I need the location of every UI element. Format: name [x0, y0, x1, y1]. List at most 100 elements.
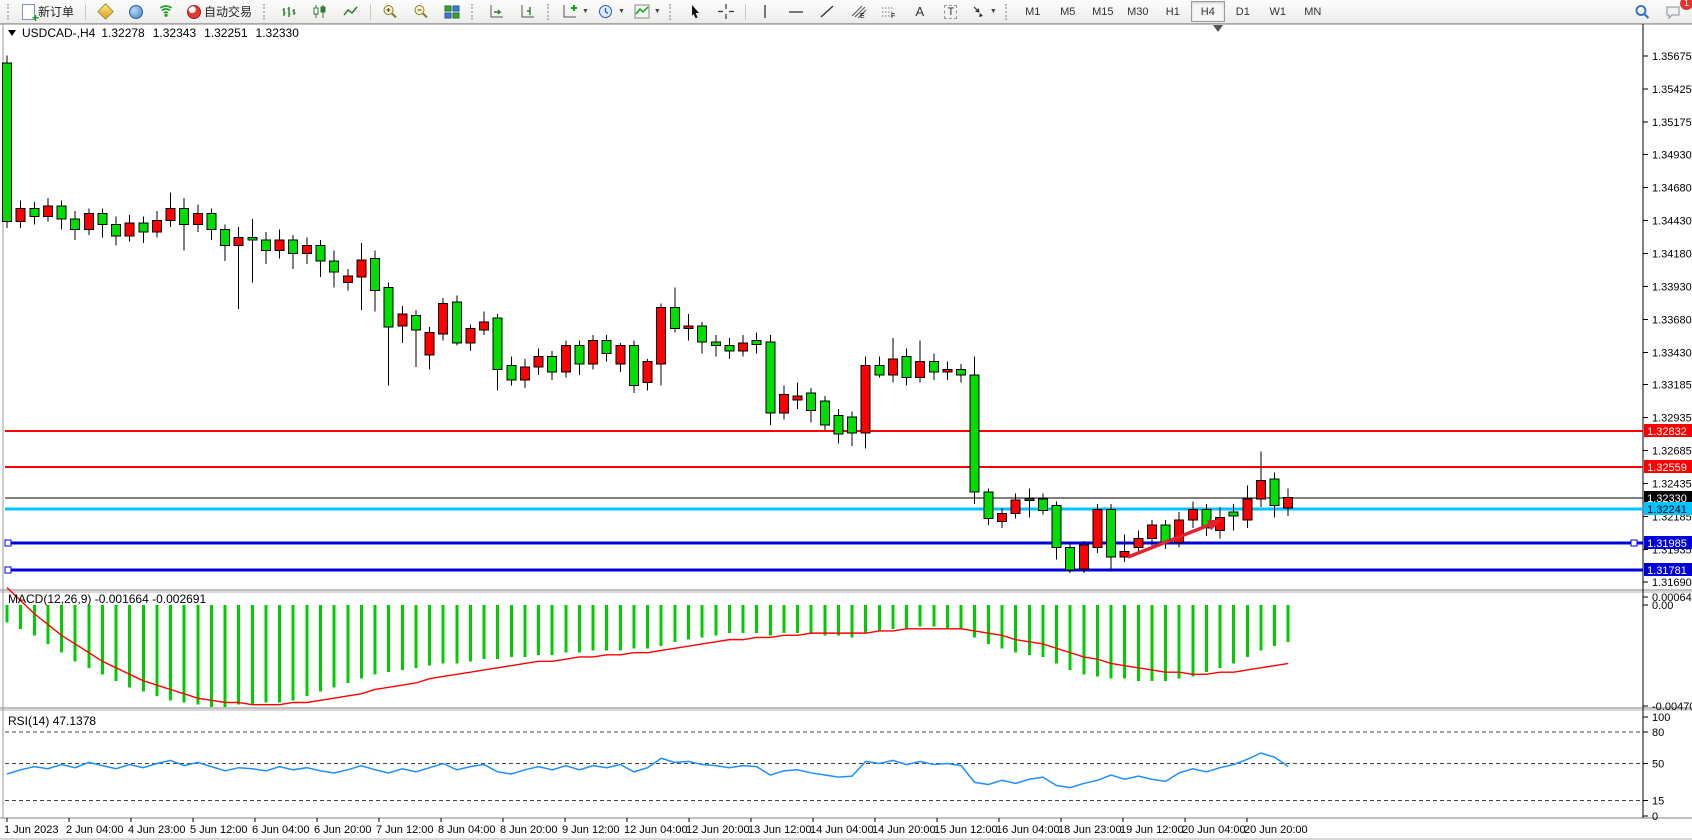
tf-button-h1[interactable]: H1 [1156, 1, 1190, 22]
svg-text:14 Jun 20:00: 14 Jun 20:00 [872, 824, 936, 836]
notifications-button[interactable]: 1 [1658, 1, 1688, 23]
cursor-button[interactable] [680, 1, 710, 23]
svg-text:1 Jun 2023: 1 Jun 2023 [4, 824, 58, 836]
autotrading-label: 自动交易 [204, 3, 252, 20]
crosshair-button[interactable] [711, 1, 741, 23]
search-button[interactable] [1627, 1, 1657, 23]
svg-text:1.32241: 1.32241 [1647, 504, 1687, 516]
svg-text:1.32559: 1.32559 [1647, 462, 1687, 474]
signals-button[interactable] [152, 1, 182, 23]
periods-button[interactable]: ▼ [594, 1, 629, 23]
new-order-label: 新订单 [38, 3, 74, 20]
text-label-button[interactable]: T [936, 1, 966, 23]
tf-button-d1[interactable]: D1 [1226, 1, 1260, 22]
tile-windows-button[interactable] [437, 1, 467, 23]
toolbar-grip[interactable] [1005, 4, 1012, 20]
bar-chart-button[interactable] [274, 1, 304, 23]
community-button[interactable] [121, 1, 151, 23]
toolbar-grip[interactable] [547, 4, 554, 20]
svg-text:1.32832: 1.32832 [1647, 426, 1687, 438]
macd-main-value: -0.001664 [95, 592, 149, 606]
main-toolbar: + 新订单 自动交易 [0, 0, 1692, 24]
svg-text:12 Jun 20:00: 12 Jun 20:00 [686, 824, 750, 836]
vertical-line-icon [760, 4, 770, 19]
tf-button-m30[interactable]: M30 [1121, 1, 1155, 22]
zoom-out-icon [413, 4, 429, 19]
new-order-button[interactable]: + 新订单 [18, 1, 81, 23]
zoom-out-button[interactable] [406, 1, 436, 23]
chevron-down-icon: ▼ [582, 8, 589, 15]
tf-button-m15[interactable]: M15 [1086, 1, 1120, 22]
toolbar-separator [370, 4, 371, 20]
svg-text:E: E [860, 13, 865, 19]
new-chart-button[interactable]: ▼ [558, 1, 593, 23]
svg-text:80: 80 [1652, 727, 1664, 739]
indicators-icon [634, 4, 650, 19]
autotrading-button[interactable]: 自动交易 [183, 1, 259, 23]
chart-title: USDCAD-,H4 1.32278 1.32343 1.32251 1.323… [8, 26, 299, 40]
line-chart-button[interactable] [336, 1, 366, 23]
toolbar-grip[interactable] [7, 4, 14, 20]
svg-text:12 Jun 04:00: 12 Jun 04:00 [624, 824, 688, 836]
svg-text:4 Jun 23:00: 4 Jun 23:00 [128, 824, 186, 836]
text-label-icon: T [944, 5, 957, 19]
line-chart-icon [343, 4, 359, 19]
zoom-in-icon [382, 4, 398, 19]
open-value: 1.32278 [101, 26, 144, 40]
tf-button-h4[interactable]: H4 [1191, 1, 1225, 22]
autotrading-icon [187, 5, 201, 19]
svg-text:1.33185: 1.33185 [1652, 380, 1692, 392]
collapse-triangle-icon[interactable] [8, 30, 16, 36]
svg-text:1.34180: 1.34180 [1652, 248, 1692, 260]
svg-text:1.35175: 1.35175 [1652, 117, 1692, 129]
toolbar-grip[interactable] [263, 4, 270, 20]
svg-text:0.00: 0.00 [1652, 600, 1673, 612]
chevron-down-icon: ▼ [654, 8, 661, 15]
svg-text:1.33930: 1.33930 [1652, 281, 1692, 293]
svg-text:5 Jun 12:00: 5 Jun 12:00 [190, 824, 248, 836]
tile-windows-icon [444, 4, 460, 19]
price-chart-canvas[interactable]: 1.356751.354251.351751.349301.346801.344… [0, 24, 1692, 840]
tf-button-m1[interactable]: M1 [1016, 1, 1050, 22]
tf-button-mn[interactable]: MN [1296, 1, 1330, 22]
zoom-in-button[interactable] [375, 1, 405, 23]
chart-window[interactable]: USDCAD-,H4 1.32278 1.32343 1.32251 1.323… [0, 24, 1692, 840]
toolbar-separator [85, 4, 86, 20]
chart-shift-marker[interactable] [1213, 25, 1223, 32]
horizontal-line-icon [788, 4, 804, 19]
toolbar-grip[interactable] [471, 4, 478, 20]
svg-text:8 Jun 04:00: 8 Jun 04:00 [438, 824, 496, 836]
close-value: 1.32330 [256, 26, 299, 40]
svg-text:1.31690: 1.31690 [1652, 577, 1692, 589]
notification-badge: 1 [1680, 0, 1692, 10]
svg-text:13 Jun 12:00: 13 Jun 12:00 [748, 824, 812, 836]
svg-text:50: 50 [1652, 759, 1664, 771]
svg-text:2 Jun 04:00: 2 Jun 04:00 [66, 824, 124, 836]
new-order-icon: + [22, 4, 35, 20]
fibo-fan-button[interactable]: F [874, 1, 904, 23]
chart-shift-icon [520, 4, 536, 19]
toolbar-grip[interactable] [669, 4, 676, 20]
arrows-tool-icon [971, 4, 986, 19]
metaeditor-button[interactable] [90, 1, 120, 23]
indicators-button[interactable]: ▼ [630, 1, 665, 23]
chart-shift-button[interactable] [513, 1, 543, 23]
search-icon [1634, 4, 1651, 20]
tf-button-w1[interactable]: W1 [1261, 1, 1295, 22]
high-value: 1.32343 [153, 26, 196, 40]
community-icon [129, 5, 143, 19]
tf-button-m5[interactable]: M5 [1051, 1, 1085, 22]
svg-text:1.35675: 1.35675 [1652, 51, 1692, 63]
chevron-down-icon: ▼ [990, 8, 997, 15]
trendline-button[interactable] [812, 1, 842, 23]
svg-text:1.34930: 1.34930 [1652, 149, 1692, 161]
arrows-tool-button[interactable]: ▼ [967, 1, 1001, 23]
gold-cube-icon [97, 3, 114, 20]
candlestick-chart-button[interactable] [305, 1, 335, 23]
auto-scroll-button[interactable] [482, 1, 512, 23]
vertical-line-button[interactable] [750, 1, 780, 23]
horizontal-line-button[interactable] [781, 1, 811, 23]
fibo-retracement-button[interactable]: E [843, 1, 873, 23]
text-tool-button[interactable]: A [905, 1, 935, 23]
svg-text:1.34680: 1.34680 [1652, 182, 1692, 194]
